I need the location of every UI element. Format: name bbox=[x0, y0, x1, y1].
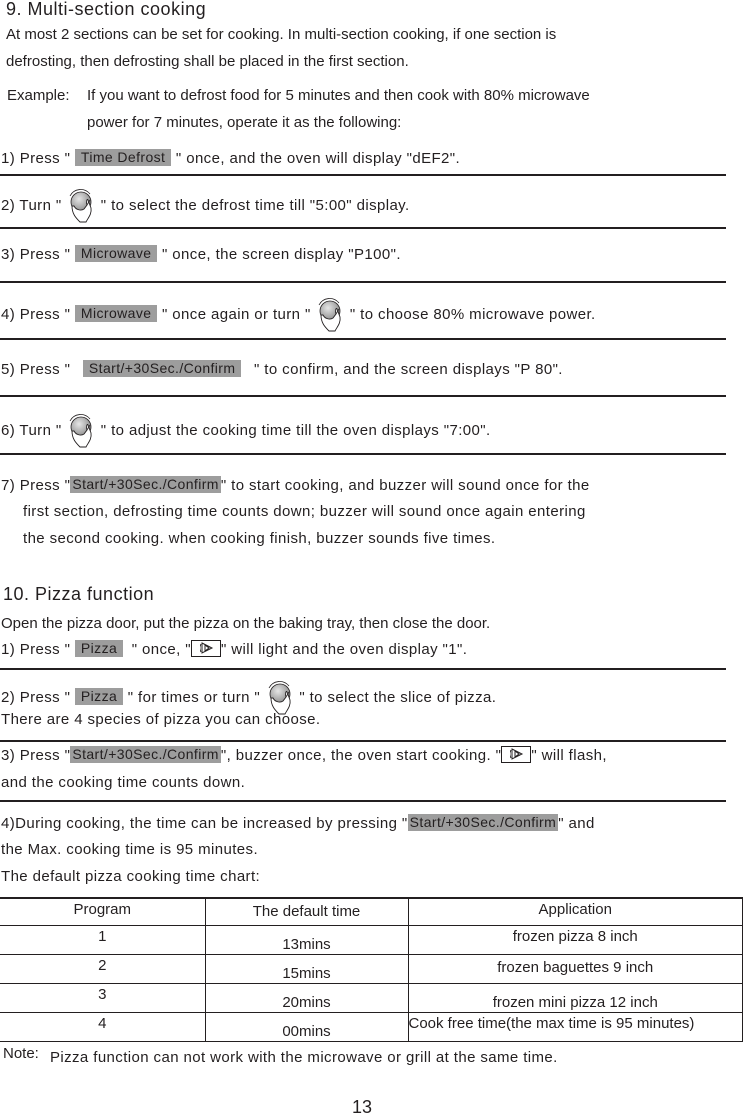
divider bbox=[0, 800, 726, 802]
cell-program: 1 bbox=[0, 925, 206, 955]
step-text: " to select the slice of pizza. bbox=[299, 689, 497, 706]
cell-program: 3 bbox=[0, 983, 206, 1013]
s9-step-2: 2) Turn " " to select the defrost time t… bbox=[1, 188, 410, 224]
s9-step-6: 6) Turn " " to adjust the cooking time t… bbox=[1, 413, 491, 449]
cell-application: frozen mini pizza 12 inch bbox=[407, 983, 743, 1013]
table-row: 4 00mins Cook free time(the max time is … bbox=[0, 1012, 743, 1042]
section-9-title: 9. Multi-section cooking bbox=[6, 0, 207, 19]
cell-time: 00mins bbox=[204, 1012, 409, 1042]
step-text: 4) Press " bbox=[1, 306, 71, 323]
s10-step-1: 1) Press " Pizza " once, " " will light a… bbox=[1, 640, 467, 658]
s10-step-2-line2: There are 4 species of pizza you can cho… bbox=[1, 711, 321, 728]
s10-step-3: 3) Press " Start/+30Sec./Confirm ", buzzer… bbox=[1, 746, 607, 764]
cell-application: Cook free time(the max time is 95 minute… bbox=[407, 1012, 743, 1042]
header-application: Application bbox=[407, 897, 743, 926]
section-10-intro: Open the pizza door, put the pizza on th… bbox=[1, 615, 491, 632]
step-text: " and bbox=[558, 815, 595, 832]
s9-step-1: 1) Press " Time Defrost " once, and the … bbox=[1, 149, 460, 167]
start-confirm-button: Start/+30Sec./Confirm bbox=[70, 746, 221, 763]
table-header-row: Program The default time Application bbox=[0, 897, 743, 926]
step-text: " to choose 80% microwave power. bbox=[349, 306, 596, 323]
divider bbox=[0, 740, 726, 742]
cell-program: 4 bbox=[0, 1012, 206, 1042]
divider bbox=[0, 395, 726, 397]
chart-caption: The default pizza cooking time chart: bbox=[1, 868, 261, 885]
step-text: 6) Turn " bbox=[1, 422, 62, 439]
s9-step-7: 7) Press " Start/+30Sec./Confirm " to star… bbox=[1, 476, 590, 494]
pizza-button: Pizza bbox=[74, 640, 124, 657]
s9-step-5: 5) Press " Start/+30Sec./Confirm " to co… bbox=[1, 360, 563, 378]
s10-step-4-line2: the Max. cooking time is 95 minutes. bbox=[1, 841, 259, 858]
divider bbox=[0, 174, 726, 176]
dial-knob-icon bbox=[66, 188, 96, 224]
pizza-button: Pizza bbox=[74, 688, 124, 705]
example-line1: If you want to defrost food for 5 minute… bbox=[87, 87, 590, 104]
table-row: 3 20mins frozen mini pizza 12 inch bbox=[0, 983, 743, 1013]
step-text: " to select the defrost time till "5:00"… bbox=[100, 197, 410, 214]
start-confirm-button: Start/+30Sec./Confirm bbox=[82, 360, 242, 377]
table-row: 2 15mins frozen baguettes 9 inch bbox=[0, 954, 743, 984]
step-text: 1) Press " bbox=[1, 641, 71, 658]
microwave-button: Microwave bbox=[74, 245, 158, 262]
step-text: 1) Press " bbox=[1, 150, 71, 167]
cell-time: 13mins bbox=[204, 925, 409, 955]
dial-knob-icon bbox=[66, 413, 96, 449]
step-text: 3) Press " bbox=[1, 747, 71, 764]
s10-step-4: 4)During cooking, the time can be increa… bbox=[1, 814, 595, 832]
step-text: " for times or turn " bbox=[127, 689, 261, 706]
step-text: " to confirm, and the screen displays "P… bbox=[254, 361, 563, 378]
cell-application: frozen baguettes 9 inch bbox=[407, 954, 743, 984]
divider bbox=[0, 453, 726, 455]
s9-step-3: 3) Press " Microwave " once, the screen … bbox=[1, 245, 401, 263]
pizza-indicator-icon bbox=[191, 640, 222, 657]
header-program: Program bbox=[0, 897, 206, 926]
step-text: " once, and the oven will display "dEF2"… bbox=[175, 150, 461, 167]
section-9-intro-line1: At most 2 sections can be set for cookin… bbox=[6, 26, 557, 43]
pizza-indicator-icon bbox=[501, 746, 532, 763]
cell-time: 20mins bbox=[204, 983, 409, 1013]
note-label: Note: bbox=[3, 1045, 39, 1062]
s10-step-3-line2: and the cooking time counts down. bbox=[1, 774, 246, 791]
divider bbox=[0, 338, 726, 340]
step-text: 5) Press " bbox=[1, 361, 71, 378]
table-row: 1 13mins frozen pizza 8 inch bbox=[0, 925, 743, 955]
s9-step-7-line2: first section, defrosting time counts do… bbox=[23, 503, 586, 520]
example-line2: power for 7 minutes, operate it as the f… bbox=[87, 114, 402, 131]
step-text: 2) Turn " bbox=[1, 197, 62, 214]
step-text: " once, the screen display "P100". bbox=[162, 246, 401, 263]
s9-step-4: 4) Press " Microwave " once again or tur… bbox=[1, 297, 596, 333]
step-text: 7) Press " bbox=[1, 477, 71, 494]
time-defrost-button: Time Defrost bbox=[74, 149, 172, 166]
cell-application: frozen pizza 8 inch bbox=[407, 925, 743, 955]
step-text: " will light and the oven display "1". bbox=[221, 641, 468, 658]
example-label: Example: bbox=[7, 87, 70, 104]
start-confirm-button: Start/+30Sec./Confirm bbox=[407, 814, 559, 831]
dial-knob-icon bbox=[315, 297, 345, 333]
section-9-intro-line2: defrosting, then defrosting shall be pla… bbox=[6, 53, 409, 70]
step-text: ", buzzer once, the oven start cooking. … bbox=[220, 747, 502, 764]
step-text: 3) Press " bbox=[1, 246, 71, 263]
section-10-title: 10. Pizza function bbox=[3, 584, 155, 604]
divider bbox=[0, 227, 726, 229]
microwave-button: Microwave bbox=[74, 305, 158, 322]
pizza-time-table: Program The default time Application 1 1… bbox=[0, 897, 743, 1042]
start-confirm-button: Start/+30Sec./Confirm bbox=[70, 476, 221, 493]
step-text: " to adjust the cooking time till the ov… bbox=[100, 422, 491, 439]
s9-step-7-line3: the second cooking. when cooking finish,… bbox=[23, 530, 496, 547]
cell-time: 15mins bbox=[204, 954, 409, 984]
note-text: Pizza function can not work with the mic… bbox=[50, 1049, 558, 1066]
step-text: " once again or turn " bbox=[162, 306, 311, 323]
step-text: 2) Press " bbox=[1, 689, 71, 706]
cell-program: 2 bbox=[0, 954, 206, 984]
step-text: 4)During cooking, the time can be increa… bbox=[1, 815, 408, 832]
header-default-time: The default time bbox=[204, 897, 409, 926]
divider bbox=[0, 668, 726, 670]
divider bbox=[0, 281, 726, 283]
step-text: " will flash, bbox=[531, 747, 607, 764]
step-text: " once, " bbox=[131, 641, 192, 658]
step-text: " to start cooking, and buzzer will soun… bbox=[220, 477, 590, 494]
